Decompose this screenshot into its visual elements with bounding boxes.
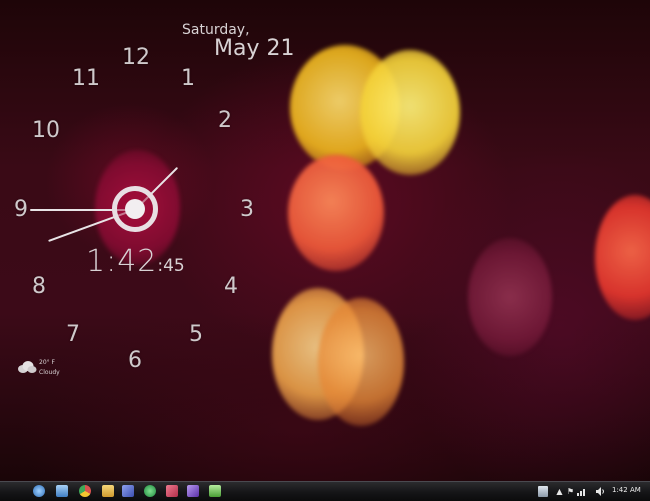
flag-icon[interactable]: ⚑: [566, 487, 575, 496]
clock-numeral-6: 6: [128, 348, 142, 373]
recycle-icon[interactable]: [538, 486, 548, 497]
clock-numeral-3: 3: [240, 197, 254, 222]
clock-numeral-10: 10: [32, 118, 60, 143]
date-widget: Saturday, May 21: [182, 22, 294, 61]
start-orb-icon[interactable]: [33, 485, 45, 497]
cloud-icon: [18, 361, 37, 373]
clock-numeral-12: 12: [122, 45, 150, 70]
clock-numeral-9: 9: [14, 197, 28, 222]
weather-temperature: 20° F: [39, 359, 55, 366]
clock-numeral-1: 1: [181, 66, 195, 91]
desktop: Saturday, May 21 12 1 2 3 4 5 6 7 8 9 10…: [0, 0, 650, 481]
clock-numeral-7: 7: [66, 322, 80, 347]
computer-icon[interactable]: [56, 485, 68, 497]
month-day-text: May 21: [214, 36, 295, 61]
folder-icon[interactable]: [102, 485, 114, 497]
bokeh-light: [318, 298, 404, 426]
clock-numeral-11: 11: [72, 66, 100, 91]
media-icon[interactable]: [166, 485, 178, 497]
network-icon[interactable]: [577, 487, 587, 496]
volume-icon[interactable]: [596, 487, 605, 496]
chevron-up-icon[interactable]: ▲: [555, 487, 564, 496]
digital-seconds: :45: [157, 256, 185, 276]
digital-clock: 1:42:45: [86, 244, 185, 279]
feather-icon[interactable]: [122, 485, 134, 497]
clock-numeral-4: 4: [224, 274, 238, 299]
bokeh-light: [288, 155, 384, 271]
clock-center-dot: [125, 199, 145, 219]
clock-numeral-5: 5: [189, 322, 203, 347]
bokeh-light: [595, 195, 650, 320]
notepad-icon[interactable]: [209, 485, 221, 497]
weather-condition: Cloudy: [39, 369, 60, 376]
clock-numeral-8: 8: [32, 274, 46, 299]
digital-hour-minute: 1:42: [86, 244, 158, 279]
shield-icon[interactable]: [187, 485, 199, 497]
vlc-icon[interactable]: [144, 485, 156, 497]
taskbar-clock[interactable]: 1:42 AM: [612, 486, 641, 494]
taskbar: ▲ ⚑ 1:42 AM: [0, 481, 650, 501]
chrome-icon[interactable]: [79, 485, 91, 497]
clock-numeral-2: 2: [218, 108, 232, 133]
bokeh-light: [360, 50, 460, 175]
bokeh-light: [468, 238, 552, 356]
weather-widget[interactable]: 20° F Cloudy: [17, 357, 77, 383]
